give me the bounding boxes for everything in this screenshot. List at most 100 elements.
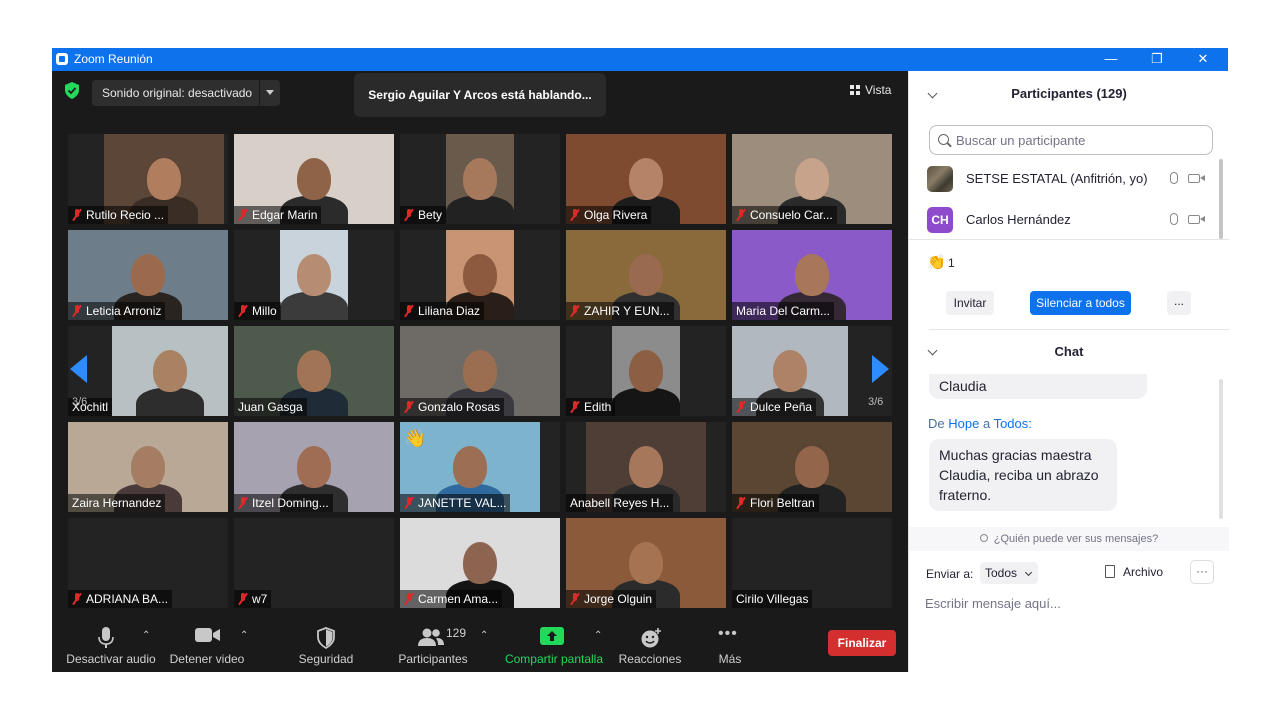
video-tile[interactable]: Jorge Olguin bbox=[566, 518, 726, 608]
video-tile[interactable]: Xochitl bbox=[68, 326, 228, 416]
participant-name: Dulce Peña bbox=[750, 400, 813, 414]
audio-options-caret-icon[interactable]: ⌃ bbox=[142, 630, 150, 641]
muted-microphone-icon bbox=[736, 401, 746, 413]
video-tile[interactable]: Carmen Ama... bbox=[400, 518, 560, 608]
muted-microphone-icon bbox=[72, 593, 82, 605]
video-tile[interactable]: Consuelo Car... bbox=[732, 134, 892, 224]
more-label: Más bbox=[718, 652, 742, 666]
reaction-count: 1 bbox=[948, 256, 955, 270]
original-sound-button[interactable]: Sonido original: desactivado bbox=[92, 80, 280, 106]
video-tile[interactable]: Olga Rivera bbox=[566, 134, 726, 224]
chat-message-header: De Hope a Todos: bbox=[928, 416, 1032, 431]
participants-scrollbar[interactable] bbox=[1219, 159, 1223, 239]
video-tile[interactable]: Zaira Hernandez bbox=[68, 422, 228, 512]
chat-message-bubble: Claudia bbox=[929, 374, 1147, 399]
video-tile[interactable]: Maria Del Carm... bbox=[732, 230, 892, 320]
close-button[interactable]: ✕ bbox=[1180, 48, 1226, 71]
invite-button[interactable]: Invitar bbox=[946, 291, 994, 315]
participant-name: Flori Beltran bbox=[750, 496, 815, 510]
video-tile[interactable]: ADRIANA BA... bbox=[68, 518, 228, 608]
muted-microphone-icon bbox=[404, 497, 414, 509]
view-button[interactable]: Vista bbox=[850, 83, 891, 97]
tile-name-bar: Edith bbox=[566, 398, 616, 416]
video-tile[interactable]: 👋 JANETTE VAL... bbox=[400, 422, 560, 512]
chat-scrollbar[interactable] bbox=[1219, 379, 1223, 519]
video-tile[interactable]: Itzel Doming... bbox=[234, 422, 394, 512]
video-tile[interactable]: Edith bbox=[566, 326, 726, 416]
end-meeting-button[interactable]: Finalizar bbox=[828, 630, 896, 656]
microphone-icon[interactable] bbox=[1170, 213, 1178, 225]
tile-name-bar: Consuelo Car... bbox=[732, 206, 837, 224]
mute-all-button[interactable]: Silenciar a todos bbox=[1030, 291, 1131, 315]
video-tile[interactable]: Anabell Reyes H... bbox=[566, 422, 726, 512]
gallery-grid-icon bbox=[850, 85, 860, 95]
chat-recipient[interactable]: Todos: bbox=[994, 416, 1032, 431]
tile-name-bar: Itzel Doming... bbox=[234, 494, 333, 512]
meeting-toolbar: ⌃ Desactivar audio ⌃ Detener video Segur… bbox=[52, 619, 908, 672]
send-to-dropdown[interactable]: Todos bbox=[980, 562, 1038, 584]
video-tile[interactable]: Bety bbox=[400, 134, 560, 224]
previous-page-arrow-icon[interactable] bbox=[70, 355, 87, 383]
participants-button[interactable]: 129 ⌃ Participantes bbox=[392, 619, 492, 672]
participant-name: SETSE ESTATAL (Anfitrión, yo) bbox=[966, 171, 1148, 186]
share-screen-label: Compartir pantalla bbox=[504, 652, 604, 666]
video-tile[interactable]: Edgar Marin bbox=[234, 134, 394, 224]
minimize-button[interactable]: — bbox=[1088, 48, 1134, 71]
chat-privacy-note[interactable]: ¿Quién puede ver sus mensajes? bbox=[909, 527, 1229, 551]
participant-row[interactable]: CH Carlos Hernández bbox=[927, 205, 1209, 235]
clapping-hands-icon: 👏 bbox=[927, 254, 946, 271]
video-camera-icon[interactable] bbox=[1188, 215, 1205, 224]
participant-row[interactable]: SETSE ESTATAL (Anfitrión, yo) bbox=[927, 164, 1209, 194]
window-title: Zoom Reunión bbox=[74, 52, 153, 66]
participant-name: Gonzalo Rosas bbox=[418, 400, 501, 414]
chat-message-input[interactable] bbox=[925, 593, 1205, 613]
security-button[interactable]: Seguridad bbox=[288, 619, 364, 672]
restore-button[interactable]: ❐ bbox=[1134, 48, 1180, 71]
video-tile[interactable]: Millo bbox=[234, 230, 394, 320]
participant-video bbox=[280, 230, 348, 320]
participants-more-button[interactable]: ... bbox=[1167, 291, 1191, 315]
video-options-caret-icon[interactable]: ⌃ bbox=[240, 630, 248, 641]
tile-name-bar: Carmen Ama... bbox=[400, 590, 503, 608]
reactions-button[interactable]: Reacciones bbox=[618, 619, 682, 672]
participants-options-caret-icon[interactable]: ⌃ bbox=[480, 630, 488, 641]
muted-microphone-icon bbox=[404, 209, 414, 221]
next-page-arrow-icon[interactable] bbox=[872, 355, 889, 383]
participant-search[interactable] bbox=[929, 125, 1213, 155]
video-tile[interactable]: Juan Gasga bbox=[234, 326, 394, 416]
security-shield-icon bbox=[317, 627, 335, 649]
chat-sender[interactable]: Hope bbox=[948, 416, 979, 431]
stop-video-button[interactable]: ⌃ Detener video bbox=[164, 619, 250, 672]
video-tile[interactable]: Gonzalo Rosas bbox=[400, 326, 560, 416]
participant-search-input[interactable] bbox=[956, 131, 1206, 149]
tile-name-bar: Cirilo Villegas bbox=[732, 590, 813, 608]
share-options-caret-icon[interactable]: ⌃ bbox=[594, 630, 602, 641]
participants-label: Participantes bbox=[398, 652, 468, 666]
video-camera-icon[interactable] bbox=[1188, 174, 1205, 183]
video-tile[interactable]: Leticia Arroniz bbox=[68, 230, 228, 320]
share-screen-icon bbox=[540, 627, 564, 645]
muted-microphone-icon bbox=[570, 209, 580, 221]
mute-audio-button[interactable]: ⌃ Desactivar audio bbox=[60, 619, 162, 672]
page-indicator-left: 3/6 bbox=[72, 396, 88, 408]
chat-from-prefix: De bbox=[928, 416, 945, 431]
file-button[interactable]: Archivo bbox=[1105, 565, 1163, 579]
share-screen-button[interactable]: ⌃ Compartir pantalla bbox=[502, 619, 606, 672]
zoom-app-icon bbox=[56, 53, 68, 65]
chevron-down-icon[interactable] bbox=[266, 90, 274, 95]
tile-name-bar: Gonzalo Rosas bbox=[400, 398, 505, 416]
video-tile[interactable]: Rutilo Recio ... bbox=[68, 134, 228, 224]
send-to-value: Todos bbox=[985, 566, 1018, 580]
more-button[interactable]: ••• Más bbox=[704, 619, 756, 672]
video-tile[interactable]: Cirilo Villegas bbox=[732, 518, 892, 608]
video-tile[interactable]: Liliana Diaz bbox=[400, 230, 560, 320]
video-tile[interactable]: w7 bbox=[234, 518, 394, 608]
muted-microphone-icon bbox=[72, 209, 82, 221]
encryption-shield-icon[interactable] bbox=[64, 82, 80, 99]
video-tile[interactable]: Flori Beltran bbox=[732, 422, 892, 512]
search-icon bbox=[938, 134, 949, 145]
video-tile[interactable]: ZAHIR Y EUN... bbox=[566, 230, 726, 320]
chat-more-button[interactable]: ··· bbox=[1190, 560, 1214, 584]
participant-name: Juan Gasga bbox=[238, 400, 303, 414]
microphone-icon[interactable] bbox=[1170, 172, 1178, 184]
